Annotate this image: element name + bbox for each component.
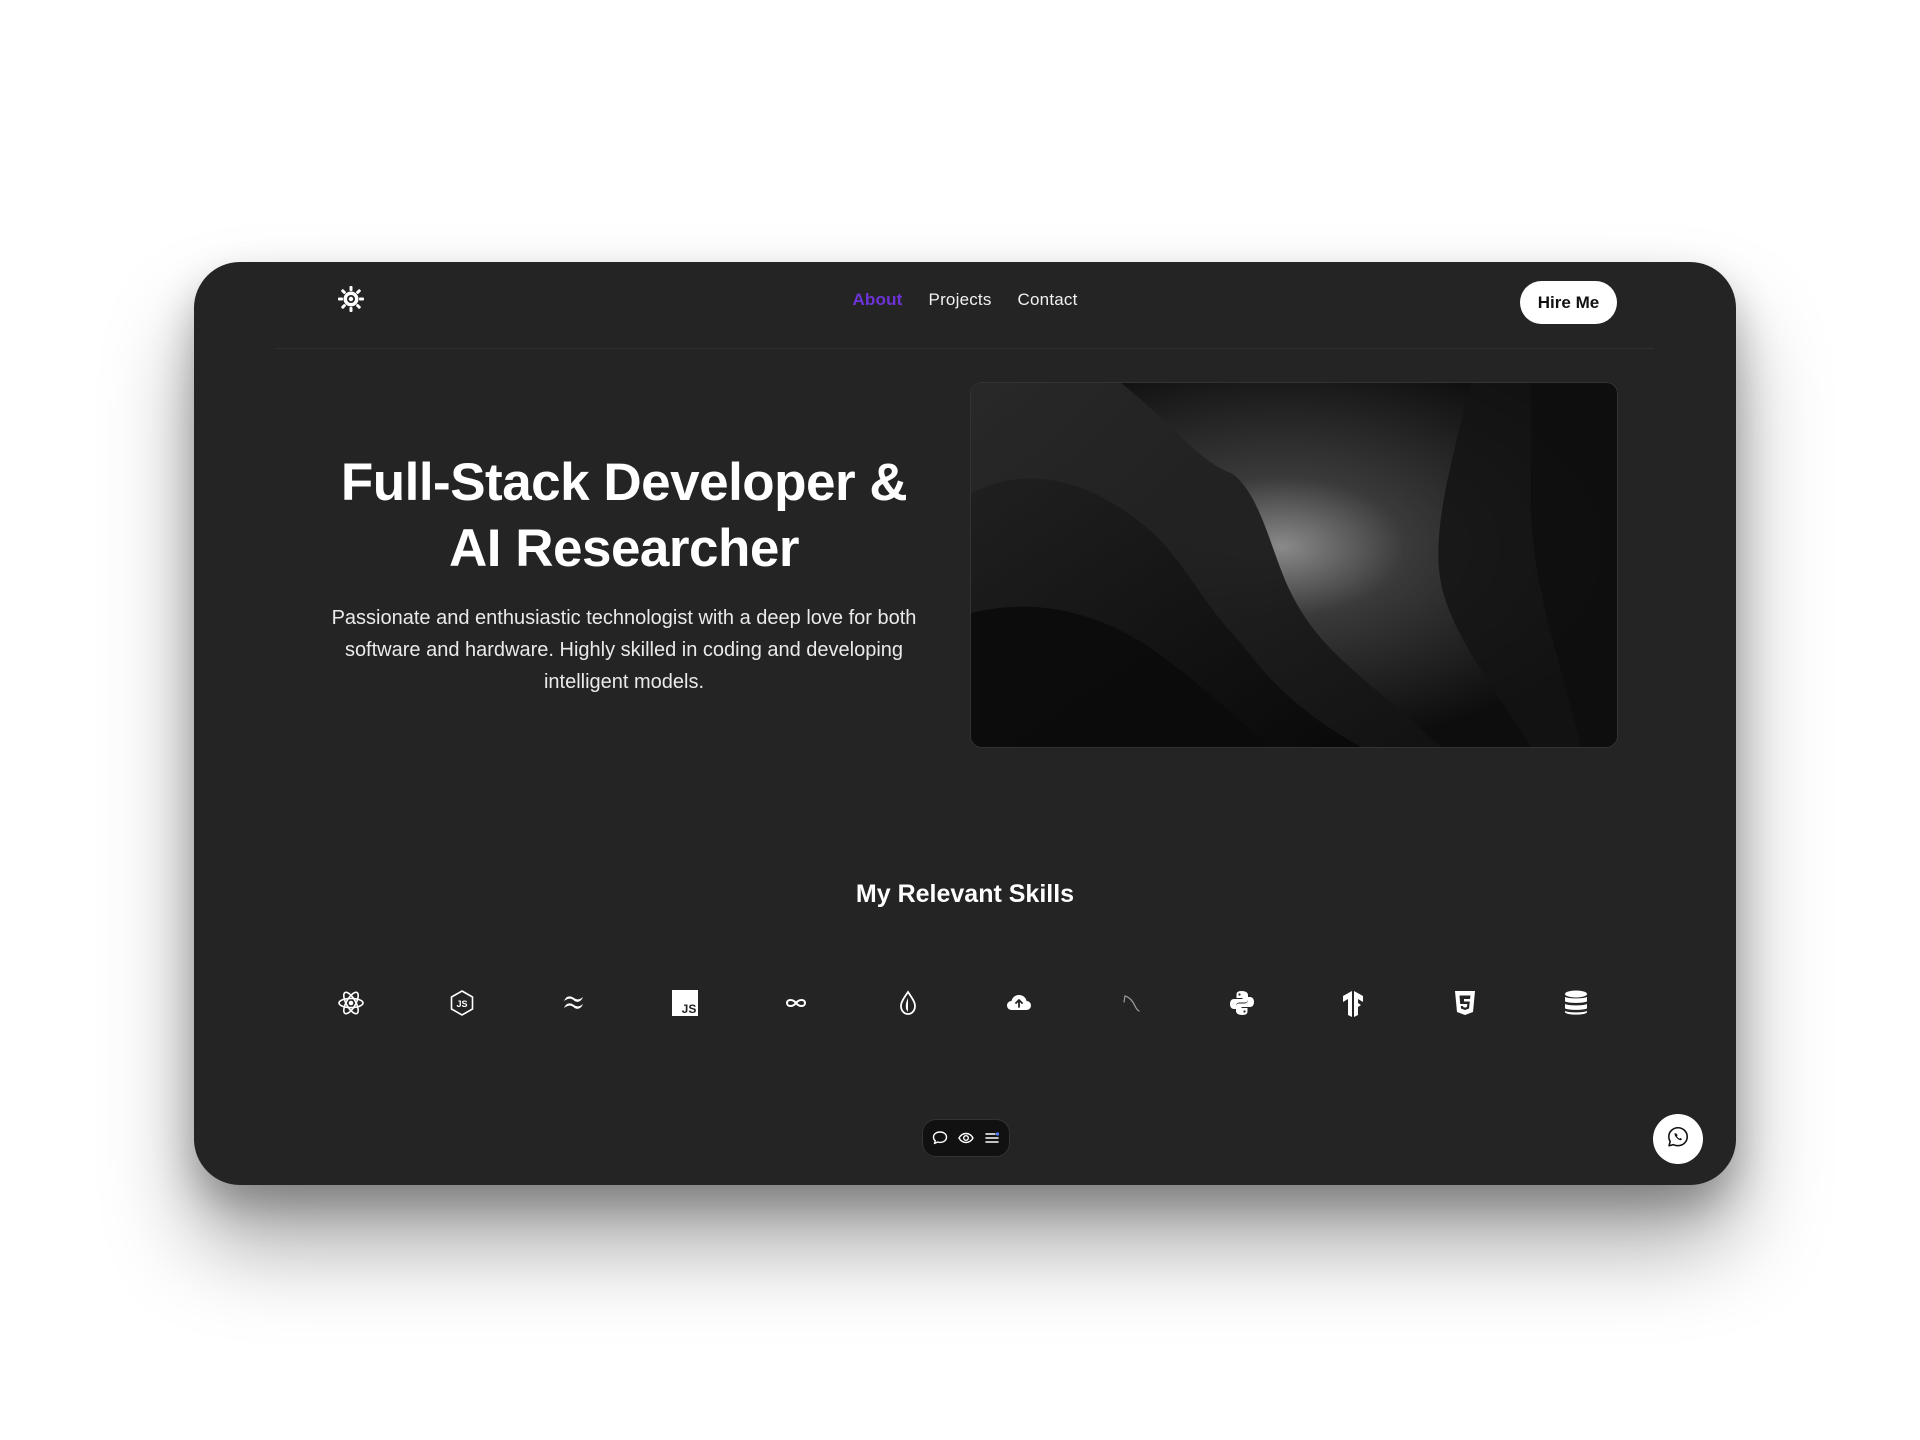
nav-links: About Projects Contact <box>194 290 1736 310</box>
python-icon <box>1227 988 1257 1018</box>
nav-divider <box>276 348 1654 349</box>
infinity-icon <box>781 988 811 1018</box>
javascript-icon: JS <box>670 988 700 1018</box>
hero-description: Passionate and enthusiastic technologist… <box>304 602 944 698</box>
svg-text:JS: JS <box>682 1002 697 1016</box>
nav-projects[interactable]: Projects <box>929 290 992 310</box>
cloud-icon <box>1004 988 1034 1018</box>
react-icon <box>336 988 366 1018</box>
tensorflow-icon <box>1338 988 1368 1018</box>
svg-text:JS: JS <box>456 999 467 1009</box>
hero-title-line: Full-Stack Developer & <box>340 453 908 512</box>
navbar: About Projects Contact Hire Me <box>194 262 1736 348</box>
nav-about[interactable]: About <box>852 290 902 310</box>
dark-abstract-wave-image <box>970 382 1618 748</box>
tailwind-icon <box>559 988 589 1018</box>
mysql-icon <box>1116 988 1146 1018</box>
hire-me-button[interactable]: Hire Me <box>1520 281 1617 324</box>
app-window: About Projects Contact Hire Me Full-Stac… <box>194 262 1736 1185</box>
chat-bubble-icon[interactable] <box>931 1129 949 1147</box>
bottom-dock <box>922 1119 1010 1157</box>
hero-title-line: AI Researcher <box>449 519 799 578</box>
hero-description-line: Passionate and enthusiastic technologist… <box>331 607 917 629</box>
whatsapp-icon <box>1666 1125 1690 1154</box>
menu-icon[interactable] <box>983 1129 1001 1147</box>
nav-contact[interactable]: Contact <box>1018 290 1078 310</box>
eye-icon[interactable] <box>957 1129 975 1147</box>
nodejs-icon: JS <box>447 988 477 1018</box>
hero-description-line: intelligent models. <box>543 671 705 693</box>
skills-row: JS JS <box>336 988 1598 1020</box>
database-icon <box>1561 988 1591 1018</box>
hero-description-line: software and hardware. Highly skilled in… <box>344 639 904 661</box>
skills-title: My Relevant Skills <box>855 880 1075 908</box>
whatsapp-button[interactable] <box>1653 1114 1703 1164</box>
drop-icon <box>893 988 923 1018</box>
hero-title: Full-Stack Developer & AI Researcher <box>274 450 974 582</box>
css3-icon <box>1450 988 1480 1018</box>
